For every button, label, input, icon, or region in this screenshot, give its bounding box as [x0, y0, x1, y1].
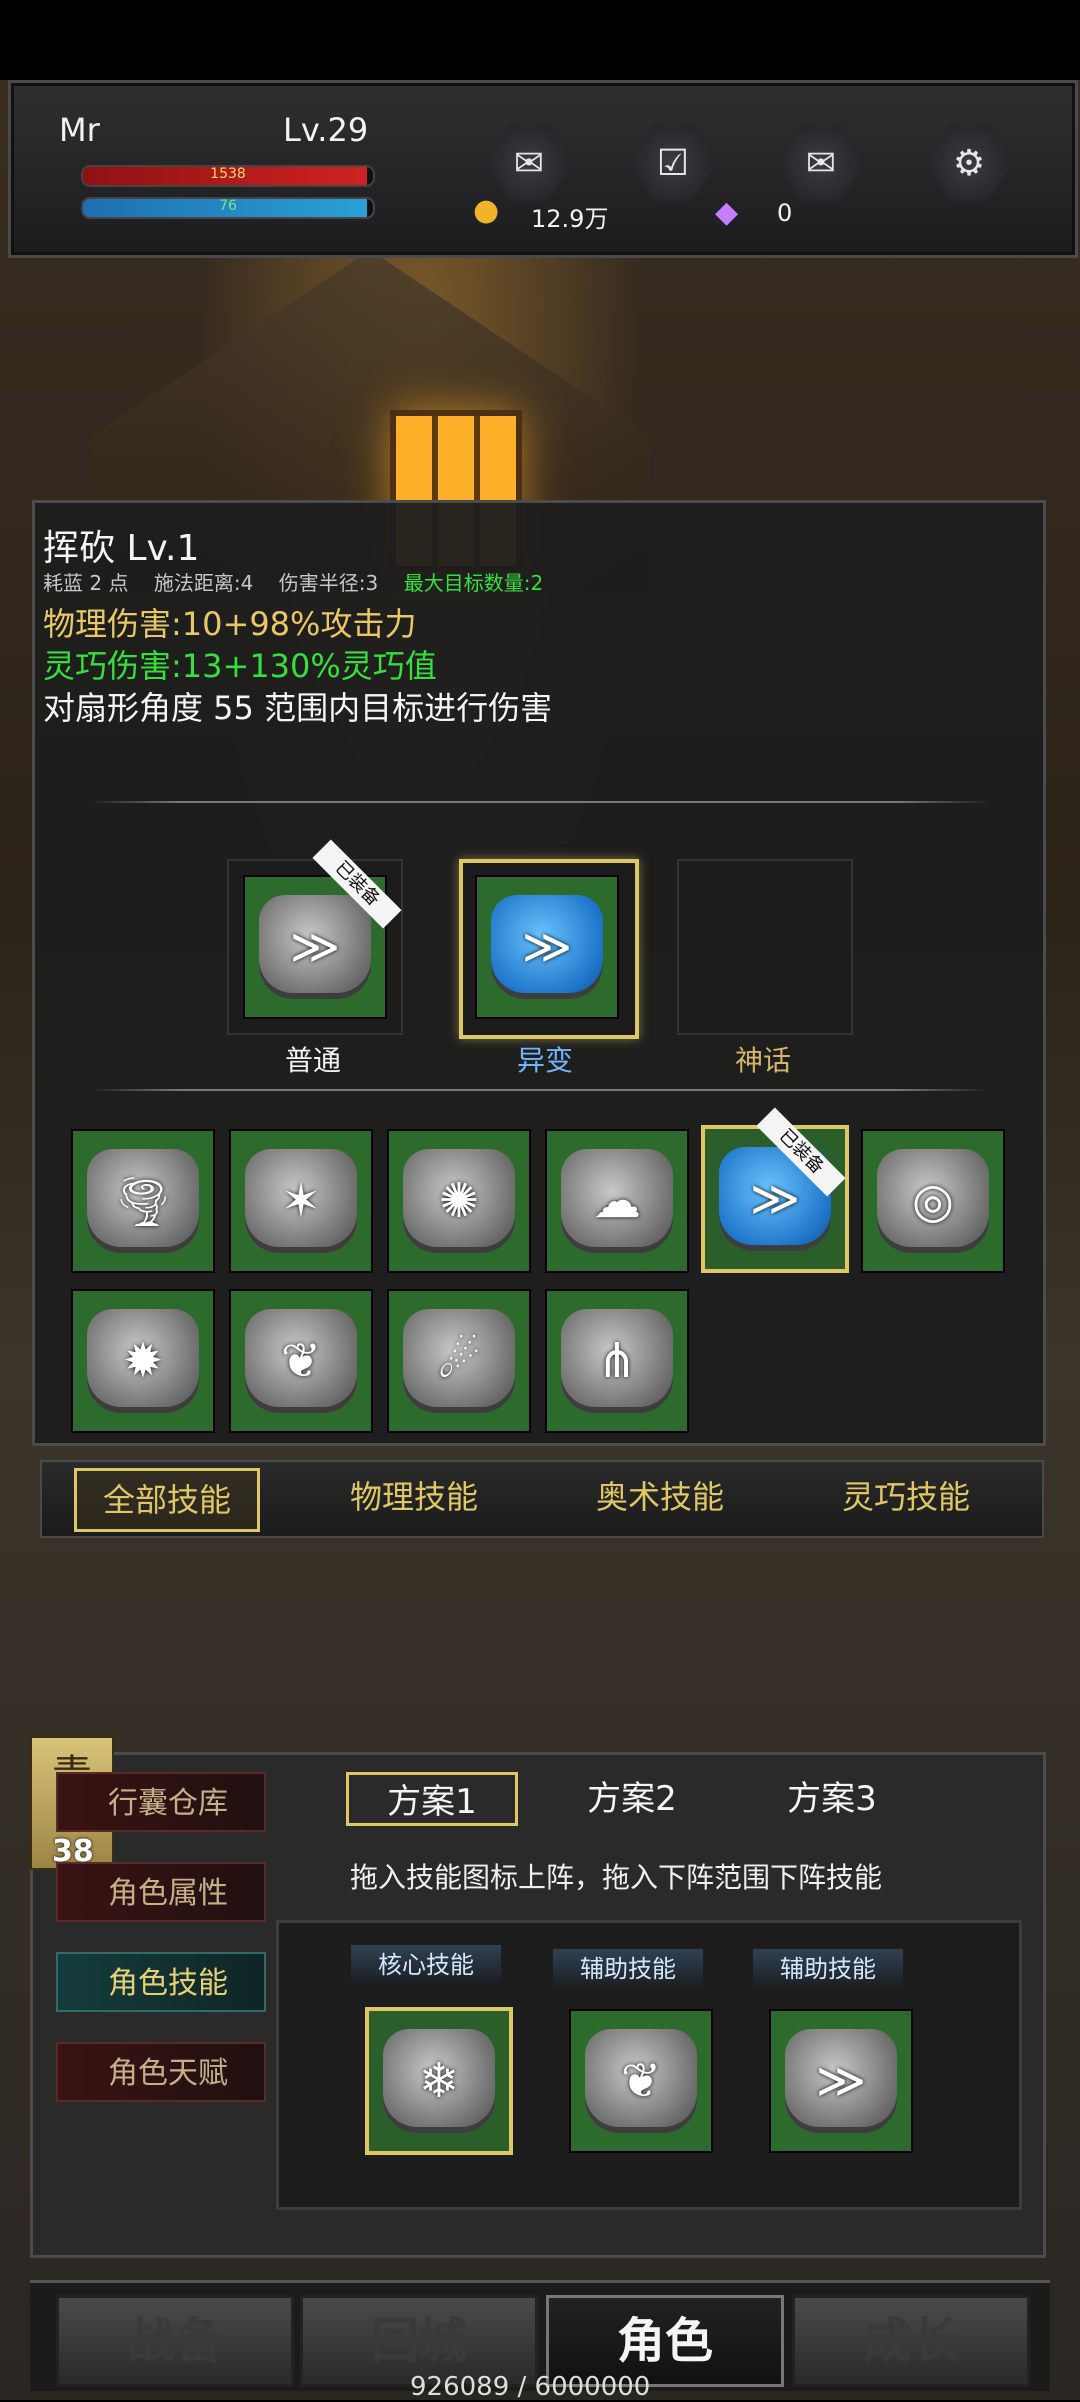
skill-whirlwind[interactable]: 🌪: [71, 1129, 215, 1273]
hp-bar: 1538: [81, 165, 375, 187]
wing-icon: ❦: [280, 1333, 322, 1389]
drag-hint: 拖入技能图标上阵，拖入下阵范围下阵技能: [350, 1861, 883, 1894]
physical-damage: 物理伤害:10+98%攻击力: [43, 605, 417, 643]
nav-prepare[interactable]: 战备: [56, 2295, 294, 2387]
skill-meta: 耗蓝 2 点 施法距离:4 伤害半径:3 最大目标数量:2: [43, 567, 543, 596]
skill-cost: 耗蓝 2 点: [43, 571, 129, 595]
mail-button[interactable]: ✉: [779, 125, 863, 201]
spike-icon: ⋔: [596, 1333, 638, 1389]
core-skill-slot[interactable]: ❄: [365, 2007, 513, 2155]
mail-icon: ✉: [805, 142, 837, 184]
rune-slash-blue: ≫: [475, 875, 619, 1019]
tab-arcane-skills[interactable]: 奥术技能: [570, 1468, 750, 1526]
sidebar-item-attributes[interactable]: 角色属性: [56, 1862, 266, 1922]
slot-label-support-2: 辅助技能: [753, 1949, 903, 1989]
slash-icon: ≫: [815, 2053, 867, 2109]
agility-damage: 灵巧伤害:13+130%灵巧值: [43, 647, 437, 685]
nav-growth[interactable]: 成长: [792, 2295, 1030, 2387]
skill-max-targets: 最大目标数量:2: [403, 571, 544, 595]
skill-vortex[interactable]: ◎: [861, 1129, 1005, 1273]
experience-text: 926089 / 6000000: [410, 2372, 651, 2402]
skill-slash-equipped[interactable]: ≫ 已装备: [701, 1107, 849, 1273]
slash-icon: ≫: [289, 919, 341, 975]
gem-icon: ◆: [715, 195, 739, 230]
tab-physical-skills[interactable]: 物理技能: [324, 1468, 504, 1526]
skill-radius: 伤害半径:3: [278, 571, 379, 595]
wing-icon: ❦: [620, 2053, 662, 2109]
skill-category-tabs: 全部技能 物理技能 奥术技能 灵巧技能: [40, 1460, 1044, 1538]
player-level: Lv.29: [283, 111, 369, 149]
divider: [89, 801, 989, 803]
tier-label-myth: 神话: [734, 1044, 791, 1077]
scroll-button[interactable]: ✉: [487, 125, 571, 201]
skill-range: 施法距离:4: [153, 571, 254, 595]
frost-icon: ❄: [418, 2053, 460, 2109]
divider: [89, 1089, 989, 1091]
vortex-icon: ◎: [912, 1173, 954, 1229]
player-name: Mr: [59, 111, 100, 149]
gold-icon: ●: [473, 193, 500, 228]
tier-slot-mutation[interactable]: ≫: [459, 859, 639, 1039]
claw-icon: ✶: [280, 1173, 322, 1229]
tab-plan-2[interactable]: 方案2: [546, 1772, 718, 1826]
tab-agility-skills[interactable]: 灵巧技能: [816, 1468, 996, 1526]
top-hud: Mr Lv.29 1538 76 ✉ ☑ ✉ ⚙ ● 12.9万 ◆ 0: [8, 80, 1078, 258]
slash-icon: ≫: [749, 1171, 801, 1227]
hp-text: 1538: [210, 166, 246, 182]
tier-slot-myth[interactable]: [677, 859, 853, 1035]
support-skill-slot-1[interactable]: ❦: [569, 2009, 713, 2153]
mp-text: 76: [219, 198, 237, 214]
skill-claws[interactable]: ✶: [229, 1129, 373, 1273]
scroll-icon: ✉: [513, 142, 545, 184]
skill-rush[interactable]: ✺: [387, 1129, 531, 1273]
tier-label-normal: 普通: [284, 1044, 341, 1077]
shadow-icon: ☁: [593, 1173, 641, 1229]
loadout-slots: 核心技能 辅助技能 辅助技能 ❄ ❦ ≫: [276, 1920, 1022, 2210]
support-skill-slot-2[interactable]: ≫: [769, 2009, 913, 2153]
gear-icon: ⚙: [952, 142, 986, 184]
task-button[interactable]: ☑: [631, 125, 715, 201]
tier-slot-normal[interactable]: ≫ 已装备: [227, 839, 403, 1035]
skill-description: 对扇形角度 55 范围内目标进行伤害: [43, 689, 553, 727]
sidebar-item-skills[interactable]: 角色技能: [56, 1952, 266, 2012]
skill-shadow[interactable]: ☁: [545, 1129, 689, 1273]
gold-amount: 12.9万: [531, 205, 609, 233]
tab-plan-1[interactable]: 方案1: [346, 1772, 518, 1826]
rush-icon: ✺: [438, 1173, 480, 1229]
mp-bar: 76: [81, 197, 375, 219]
skill-comet[interactable]: ☄: [387, 1289, 531, 1433]
slot-label-core: 核心技能: [351, 1945, 501, 1985]
settings-button[interactable]: ⚙: [927, 125, 1011, 201]
tab-all-skills[interactable]: 全部技能: [74, 1468, 260, 1532]
skill-spikes[interactable]: ⋔: [545, 1289, 689, 1433]
comet-icon: ☄: [437, 1333, 481, 1389]
skill-wing[interactable]: ❦: [229, 1289, 373, 1433]
skill-detail-panel: 挥砍 Lv.1 耗蓝 2 点 施法距离:4 伤害半径:3 最大目标数量:2 物理…: [32, 500, 1046, 1446]
sidebar-item-talents[interactable]: 角色天赋: [56, 2042, 266, 2102]
skill-title: 挥砍 Lv.1: [43, 528, 200, 569]
task-icon: ☑: [656, 142, 690, 184]
tornado-icon: 🌪: [112, 1173, 174, 1230]
burst-icon: ✹: [122, 1333, 164, 1389]
tier-label-mutation: 异变: [516, 1044, 573, 1077]
skill-burst[interactable]: ✹: [71, 1289, 215, 1433]
slot-label-support-1: 辅助技能: [553, 1949, 703, 1989]
tab-plan-3[interactable]: 方案3: [746, 1772, 918, 1826]
sidebar-item-inventory[interactable]: 行囊仓库: [56, 1772, 266, 1832]
gem-amount: 0: [777, 199, 793, 227]
slash-icon: ≫: [521, 919, 573, 975]
